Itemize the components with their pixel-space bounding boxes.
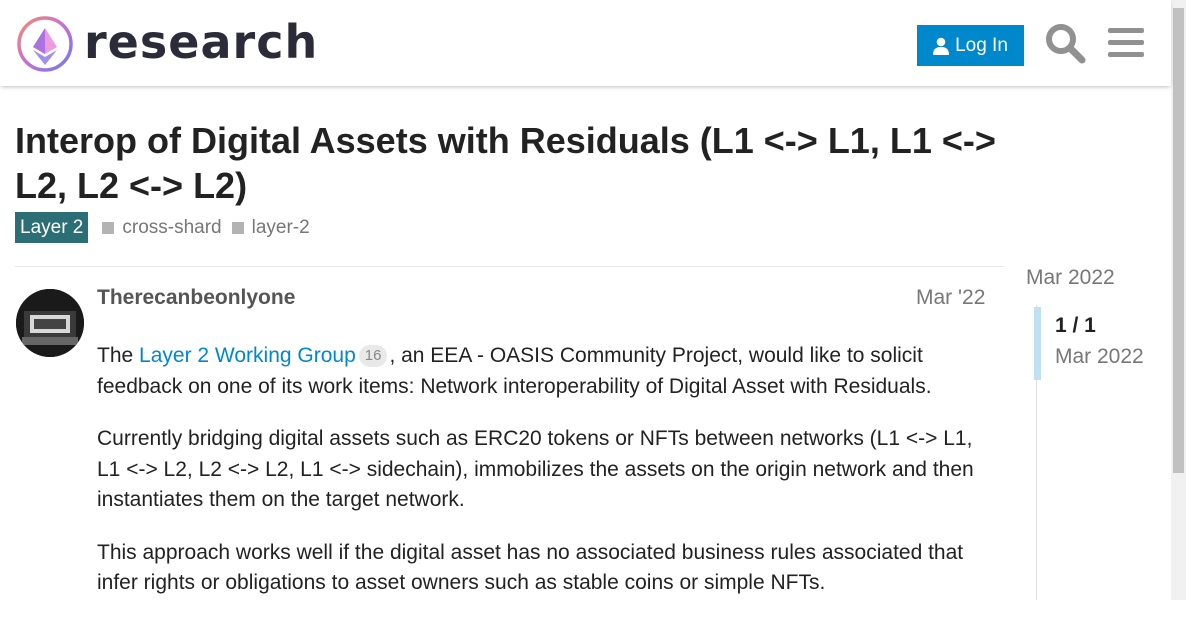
page-scrollbar[interactable]: [1171, 0, 1186, 600]
timeline-start-date[interactable]: Mar 2022: [1026, 266, 1115, 290]
timeline-position: 1 / 1: [1055, 314, 1096, 337]
tag-label: layer-2: [251, 216, 310, 238]
site-logo-icon[interactable]: [16, 15, 74, 73]
login-button[interactable]: Log In: [917, 25, 1024, 66]
tag-square-icon: [102, 221, 115, 234]
avatar-image: [16, 289, 84, 357]
working-group-link[interactable]: Layer 2 Working Group: [139, 344, 356, 367]
login-label: Log In: [955, 34, 1008, 56]
post-paragraph: This approach works well if the digital …: [97, 540, 964, 595]
text: The: [97, 344, 140, 367]
link-click-count: 16: [358, 345, 388, 367]
post-username[interactable]: Therecanbeonlyone: [97, 286, 295, 310]
post-paragraph: Currently bridging digital assets such a…: [97, 427, 974, 511]
post-body: The Layer 2 Working Group 16, an EEA - OA…: [97, 341, 987, 621]
post-paragraph: The Layer 2 Working Group 16, an EEA - OA…: [97, 341, 987, 402]
category-badge[interactable]: Layer 2: [15, 212, 89, 243]
tag-cross-shard[interactable]: cross-shard: [102, 216, 222, 239]
site-name[interactable]: research: [84, 14, 318, 70]
timeline-current-date: Mar 2022: [1055, 345, 1144, 368]
tag-square-icon: [231, 221, 244, 234]
topic-tags: Layer 2 cross-shard layer-2: [15, 212, 310, 243]
scrollbar-thumb[interactable]: [1173, 8, 1184, 473]
timeline-handle[interactable]: [1034, 307, 1041, 380]
search-icon[interactable]: [1044, 22, 1086, 64]
avatar[interactable]: [16, 289, 84, 357]
tag-layer-2[interactable]: layer-2: [231, 216, 310, 239]
tag-label: cross-shard: [122, 216, 222, 238]
site-header: research Log In: [0, 0, 1171, 86]
user-icon: [933, 37, 950, 55]
topic-title[interactable]: Interop of Digital Assets with Residuals…: [15, 118, 1045, 208]
hamburger-menu-icon[interactable]: [1105, 22, 1147, 64]
post-date[interactable]: Mar '22: [916, 286, 985, 310]
divider: [15, 266, 1004, 267]
